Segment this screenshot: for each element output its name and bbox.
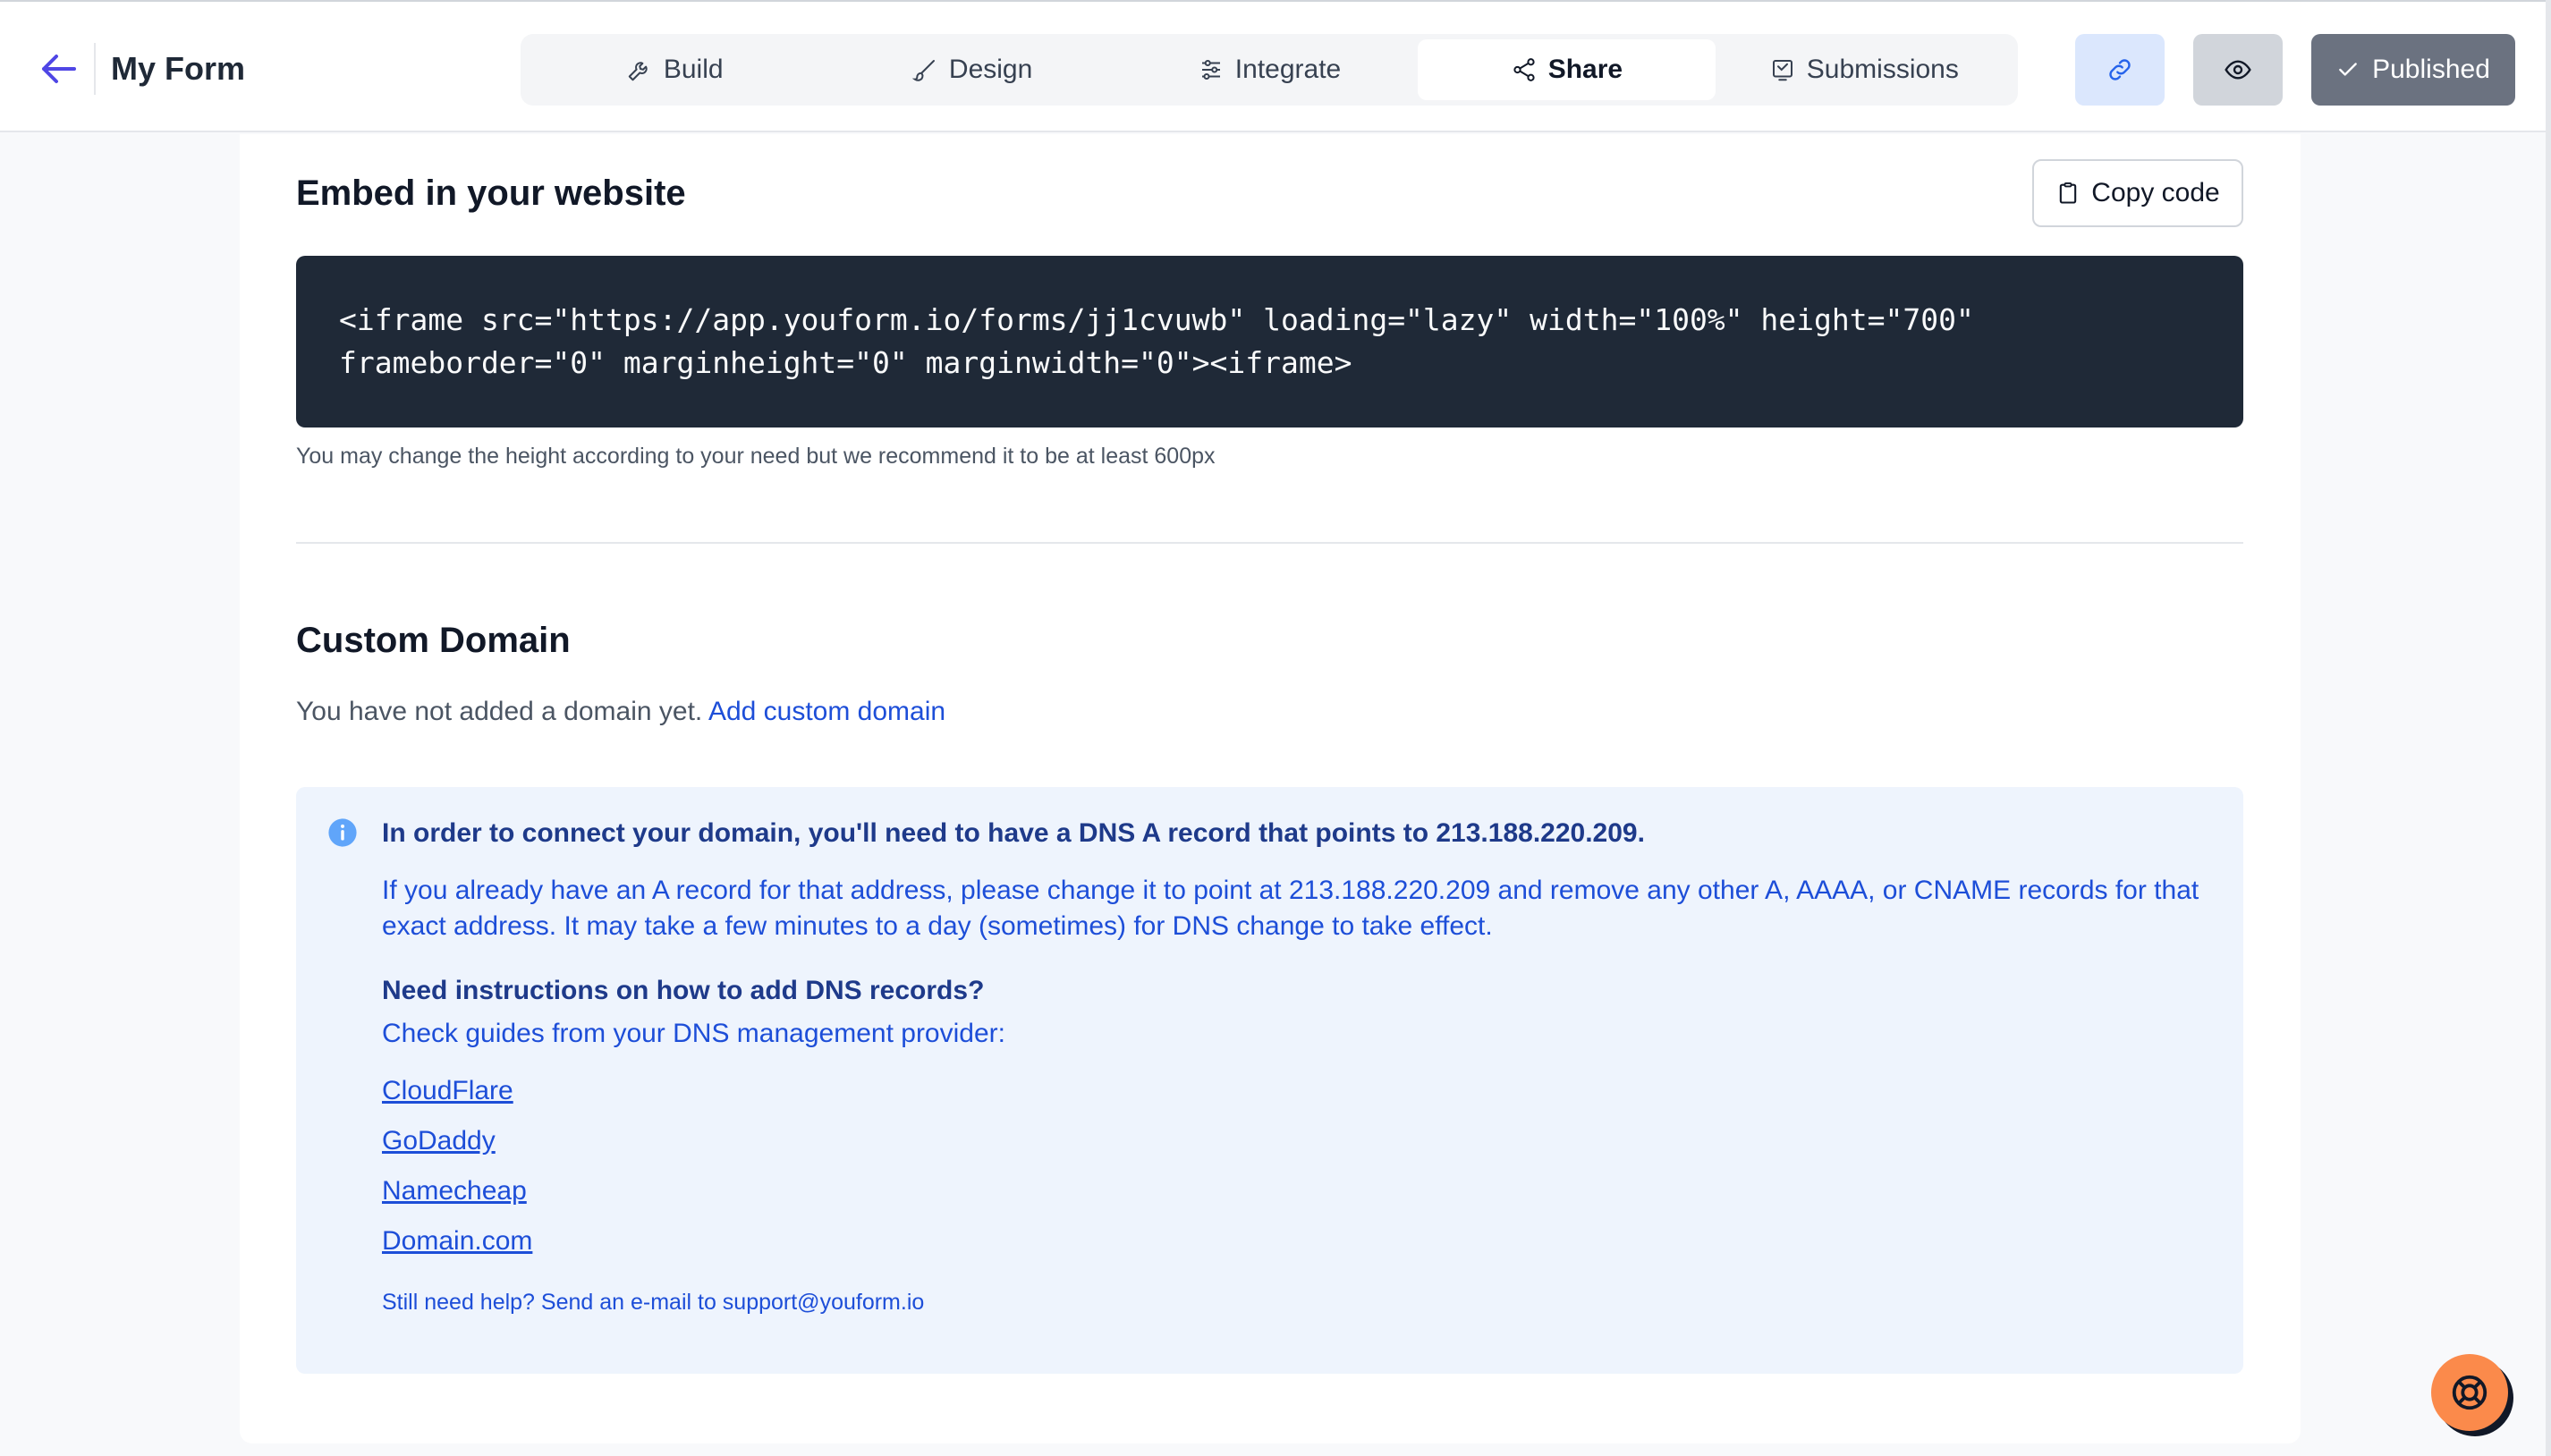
dns-explanation-line1: If you already have an A record for that… [382, 876, 2199, 905]
dns-ip-address: 213.188.220.209 [1436, 818, 1638, 848]
published-label: Published [2372, 55, 2490, 84]
dns-notice-suffix: . [1637, 818, 1645, 848]
add-custom-domain-link[interactable]: Add custom domain [708, 697, 945, 726]
published-button[interactable]: Published [2311, 34, 2515, 106]
domain-status: You have not added a domain yet. Add cus… [296, 694, 945, 730]
tab-label: Share [1547, 55, 1623, 84]
provider-link-godaddy[interactable]: GoDaddy [382, 1123, 496, 1159]
dns-explanation-line2: exact address. It may take a few minutes… [382, 911, 1493, 941]
embed-heading: Embed in your website [296, 174, 686, 213]
copy-link-button[interactable] [2075, 34, 2165, 106]
dns-record-notice: In order to connect your domain, you'll … [382, 816, 1645, 851]
code-line: frameborder="0" marginheight="0" marginw… [339, 345, 1352, 380]
instructions-subtext: Check guides from your DNS management pr… [382, 1019, 1005, 1048]
instructions-heading: Need instructions on how to add DNS reco… [382, 976, 985, 1005]
domain-empty-text: You have not added a domain yet. [296, 697, 703, 726]
wrench-icon [628, 62, 648, 81]
tab-label: Build [663, 55, 724, 84]
section-divider [296, 542, 2243, 544]
preview-button[interactable] [2193, 34, 2283, 106]
inbox-icon [1772, 60, 1792, 81]
copy-code-button[interactable]: Copy code [2032, 159, 2243, 227]
tab-build[interactable]: Build [526, 39, 823, 100]
info-icon [328, 818, 357, 847]
code-line: <iframe src="https://app.youform.io/form… [339, 302, 1974, 337]
tab-submissions[interactable]: Submissions [1716, 39, 2013, 100]
back-arrow-icon[interactable] [36, 47, 81, 91]
main-tabs: Build Design Integrate Share Submissions [521, 34, 2018, 106]
provider-link-namecheap[interactable]: Namecheap [382, 1173, 527, 1209]
help-button[interactable] [2431, 1354, 2508, 1431]
tab-share[interactable]: Share [1418, 39, 1716, 100]
copy-code-label: Copy code [2091, 178, 2220, 207]
brush-icon [911, 60, 935, 81]
link-icon [2109, 59, 2131, 80]
tab-label: Design [948, 55, 1033, 84]
lifebuoy-icon [2452, 1375, 2487, 1410]
sliders-icon [1201, 60, 1220, 80]
form-title: My Form [111, 50, 246, 87]
provider-link-domaincom[interactable]: Domain.com [382, 1223, 532, 1259]
title-divider [94, 43, 96, 95]
dns-notice-text: In order to connect your domain, you'll … [382, 818, 1429, 848]
eye-icon [2225, 60, 2251, 80]
tab-label: Integrate [1234, 55, 1342, 84]
share-icon [1513, 58, 1535, 81]
support-text: Still need help? Send an e-mail to suppo… [382, 1290, 925, 1315]
tab-design[interactable]: Design [823, 39, 1120, 100]
embed-height-hint: You may change the height according to y… [296, 444, 1216, 469]
provider-link-cloudflare[interactable]: CloudFlare [382, 1073, 513, 1109]
embed-code-block[interactable]: <iframe src="https://app.youform.io/form… [296, 256, 2243, 427]
clipboard-icon [2060, 182, 2077, 204]
check-icon [2339, 63, 2357, 76]
tab-label: Submissions [1806, 55, 1959, 84]
tab-integrate[interactable]: Integrate [1121, 39, 1418, 100]
top-bar: My Form Build Design Integrate Share Sub… [0, 0, 2551, 132]
scrollbar-track[interactable] [2546, 0, 2551, 1456]
custom-domain-heading: Custom Domain [296, 621, 571, 660]
